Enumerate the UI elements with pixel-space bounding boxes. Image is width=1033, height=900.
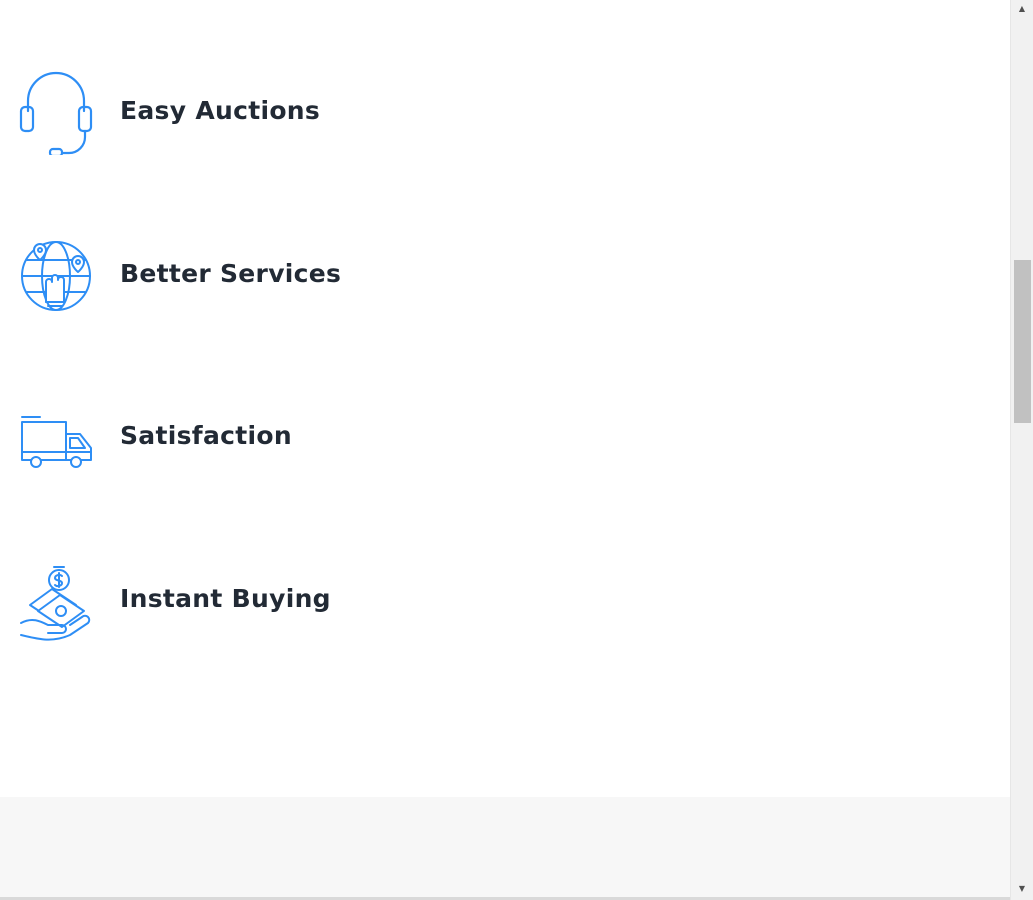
vertical-scrollbar[interactable]: ▲ ▼: [1010, 0, 1033, 900]
scroll-up-arrow-icon[interactable]: ▲: [1011, 0, 1033, 16]
feature-easy-auctions: Easy Auctions: [18, 65, 618, 155]
footer-band: [0, 797, 1010, 897]
feature-label: Instant Buying: [120, 583, 331, 613]
scroll-down-arrow-icon[interactable]: ▼: [1011, 880, 1033, 896]
scrollbar-thumb[interactable]: [1014, 260, 1031, 423]
feature-satisfaction: Satisfaction: [18, 390, 618, 480]
feature-label: Easy Auctions: [120, 95, 321, 125]
feature-label: Better Services: [120, 258, 342, 288]
globe-location-icon: [18, 228, 94, 318]
headset-icon: [18, 65, 94, 155]
page-viewport: Easy Auctions Better Services Satisfacti…: [0, 0, 1010, 900]
money-hand-icon: [18, 553, 94, 643]
feature-instant-buying: Instant Buying: [18, 553, 618, 643]
delivery-truck-icon: [18, 390, 94, 480]
feature-better-services: Better Services: [18, 228, 618, 318]
feature-label: Satisfaction: [120, 420, 292, 450]
